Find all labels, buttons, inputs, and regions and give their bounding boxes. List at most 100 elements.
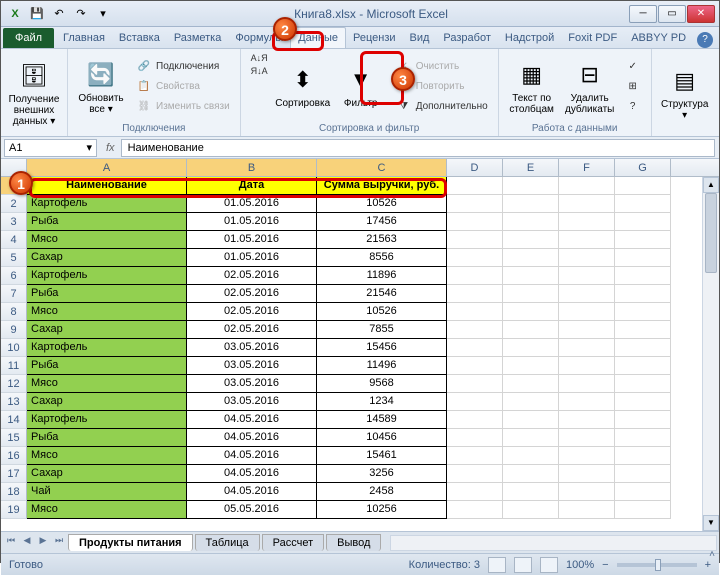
row-header[interactable]: 14 [1,411,27,429]
sheet-tab[interactable]: Таблица [195,534,260,551]
data-cell[interactable] [503,465,559,483]
save-icon[interactable]: 💾 [27,4,47,24]
tab-view[interactable]: Вид [403,28,437,48]
column-header[interactable]: B [187,159,317,176]
properties-button[interactable]: 📋Свойства [132,78,234,96]
sheet-tab-active[interactable]: Продукты питания [68,534,193,551]
data-cell[interactable] [559,339,615,357]
data-cell[interactable] [559,411,615,429]
row-header[interactable]: 10 [1,339,27,357]
data-cell[interactable]: 04.05.2016 [187,411,317,429]
name-box[interactable]: A1▾ [4,139,97,157]
data-cell[interactable] [559,483,615,501]
sheet-nav-last-icon[interactable]: ⏭ [51,535,67,551]
data-cell[interactable] [447,357,503,375]
data-cell[interactable]: Чай [27,483,187,501]
data-cell[interactable] [615,267,671,285]
row-header[interactable]: 19 [1,501,27,519]
refresh-all-button[interactable]: 🔄 Обновить все ▾ [74,52,128,121]
scroll-down-icon[interactable]: ▼ [703,515,719,531]
advanced-filter-button[interactable]: ⧩Дополнительно [392,98,492,116]
data-cell[interactable]: Сахар [27,393,187,411]
sheet-tab[interactable]: Вывод [326,534,381,551]
undo-icon[interactable]: ↶ [49,4,69,24]
row-header[interactable]: 2 [1,195,27,213]
qat-more-icon[interactable]: ▾ [93,4,113,24]
data-cell[interactable]: Мясо [27,231,187,249]
data-cell[interactable] [559,375,615,393]
fx-icon[interactable]: fx [106,142,115,154]
worksheet-grid[interactable]: ABCDEFG 1НаименованиеДатаСумма выручки, … [1,159,719,531]
data-cell[interactable] [615,321,671,339]
header-cell[interactable] [615,177,671,195]
horizontal-scrollbar[interactable] [390,535,717,551]
tab-file[interactable]: Файл [3,28,54,48]
data-cell[interactable]: 01.05.2016 [187,213,317,231]
data-cell[interactable]: Сахар [27,465,187,483]
data-cell[interactable] [447,375,503,393]
data-cell[interactable] [503,411,559,429]
data-cell[interactable] [447,411,503,429]
data-cell[interactable]: 01.05.2016 [187,195,317,213]
tab-home[interactable]: Главная [56,28,112,48]
row-header[interactable]: 3 [1,213,27,231]
data-cell[interactable]: 15461 [317,447,447,465]
collapse-ribbon-icon[interactable]: ˄ [709,549,715,560]
data-cell[interactable] [503,195,559,213]
data-cell[interactable] [503,393,559,411]
data-cell[interactable] [559,267,615,285]
maximize-button[interactable]: ▭ [658,5,686,23]
sort-za-button[interactable]: Я↓А [247,65,272,77]
tab-abbyy[interactable]: ABBYY PD [624,28,693,48]
row-header[interactable]: 16 [1,447,27,465]
data-cell[interactable]: 21546 [317,285,447,303]
data-cell[interactable]: 03.05.2016 [187,339,317,357]
data-cell[interactable] [559,321,615,339]
header-cell[interactable] [503,177,559,195]
data-cell[interactable] [503,357,559,375]
view-normal-icon[interactable] [488,557,506,573]
filter-button[interactable]: ▼ Фильтр [334,52,388,121]
data-cell[interactable] [559,465,615,483]
remove-duplicates-button[interactable]: ⊟ Удалить дубликаты [563,52,617,121]
column-header[interactable]: G [615,159,671,176]
data-cell[interactable]: 11496 [317,357,447,375]
data-cell[interactable] [447,195,503,213]
data-cell[interactable] [615,357,671,375]
data-cell[interactable] [559,501,615,519]
data-cell[interactable]: Рыба [27,357,187,375]
row-header[interactable]: 5 [1,249,27,267]
data-cell[interactable] [503,429,559,447]
formula-bar[interactable]: Наименование [121,139,715,157]
data-cell[interactable]: 1234 [317,393,447,411]
data-cell[interactable] [615,195,671,213]
sheet-nav-next-icon[interactable]: ▶ [35,535,51,551]
data-cell[interactable]: 04.05.2016 [187,483,317,501]
data-cell[interactable]: 02.05.2016 [187,285,317,303]
data-cell[interactable] [615,501,671,519]
data-cell[interactable]: Картофель [27,195,187,213]
data-cell[interactable]: 14589 [317,411,447,429]
get-external-data-button[interactable]: 🗄 Получение внешних данных ▾ [7,52,61,134]
data-cell[interactable] [615,375,671,393]
data-cell[interactable] [447,483,503,501]
close-button[interactable]: ✕ [687,5,715,23]
data-cell[interactable] [615,213,671,231]
header-cell[interactable]: Дата [187,177,317,195]
data-cell[interactable]: 03.05.2016 [187,393,317,411]
sheet-tab[interactable]: Рассчет [262,534,325,551]
data-cell[interactable]: 15456 [317,339,447,357]
sheet-nav-prev-icon[interactable]: ◀ [19,535,35,551]
tab-review[interactable]: Рецензи [346,28,403,48]
data-cell[interactable]: Сахар [27,321,187,339]
data-cell[interactable] [447,393,503,411]
data-cell[interactable]: 21563 [317,231,447,249]
data-cell[interactable] [503,213,559,231]
data-cell[interactable]: 17456 [317,213,447,231]
edit-links-button[interactable]: ⛓Изменить связи [132,98,234,116]
column-header[interactable]: F [559,159,615,176]
scroll-thumb[interactable] [705,193,717,273]
data-cell[interactable]: 11896 [317,267,447,285]
column-header[interactable]: C [317,159,447,176]
data-cell[interactable] [615,339,671,357]
